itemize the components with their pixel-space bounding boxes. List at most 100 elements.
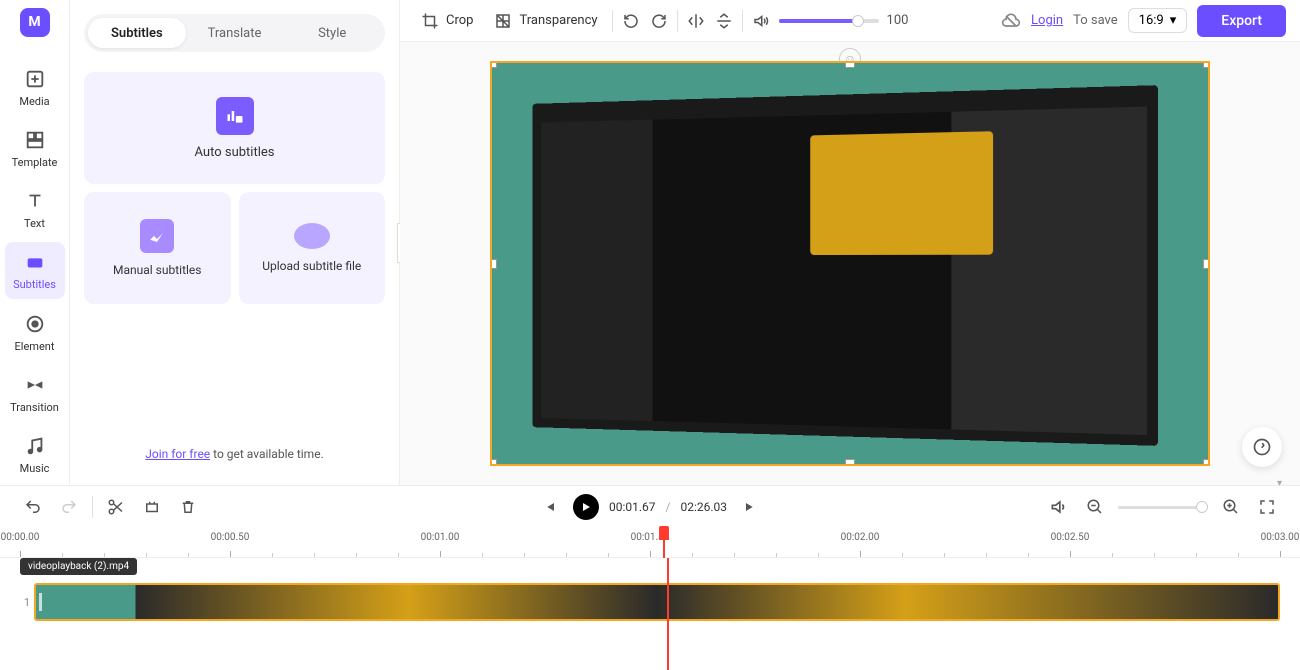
sidebar-label: Transition [10, 401, 59, 414]
tab-subtitles[interactable]: Subtitles [88, 18, 186, 48]
panel-tabs: Subtitles Translate Style [84, 14, 385, 52]
split-button[interactable] [103, 494, 129, 520]
resize-handle[interactable] [1203, 61, 1210, 68]
upload-subtitle-card[interactable]: Upload subtitle file [239, 192, 386, 304]
sidebar-item-transition[interactable]: Transition [5, 365, 65, 422]
card-label: Upload subtitle file [262, 259, 361, 273]
resize-handle[interactable] [1203, 459, 1210, 466]
sidebar-label: Media [19, 95, 49, 108]
prev-frame-button[interactable] [537, 494, 563, 520]
playback-bar: 00:01.67 / 02:26.03 [0, 486, 1300, 528]
zoom-out-button[interactable] [1082, 494, 1108, 520]
ratio-value: 16:9 [1139, 13, 1164, 28]
resize-handle[interactable] [490, 259, 497, 269]
resize-handle[interactable] [490, 459, 497, 466]
video-frame[interactable] [490, 61, 1210, 466]
resize-handle[interactable] [490, 61, 497, 68]
manual-subtitles-card[interactable]: Manual subtitles [84, 192, 231, 304]
help-button[interactable] [1242, 427, 1282, 467]
timeline-ruler[interactable]: 00:00.0000:00.5000:01.0000:01.5000:02.00… [0, 528, 1300, 558]
crop-label: Crop [446, 13, 473, 28]
playhead-ruler[interactable] [663, 528, 665, 558]
canvas-toolbar: Crop Transparency 100 Login To save 16:9… [400, 0, 1300, 42]
crop-button[interactable]: Crop [414, 7, 479, 35]
play-button[interactable] [573, 494, 599, 520]
auto-subtitles-card[interactable]: Auto subtitles [84, 72, 385, 184]
app-logo[interactable]: M [20, 8, 50, 37]
mute-button[interactable] [1046, 494, 1072, 520]
fit-button[interactable] [1254, 494, 1280, 520]
resize-handle[interactable] [845, 61, 855, 68]
tab-translate[interactable]: Translate [186, 18, 284, 48]
rotate-left-button[interactable] [621, 11, 641, 31]
to-save-text: To save [1073, 13, 1118, 28]
chevron-down-icon: ▾ [1170, 13, 1177, 28]
zoom-in-button[interactable] [1218, 494, 1244, 520]
sidebar-label: Template [12, 156, 58, 169]
ruler-label: 00:02.50 [1051, 532, 1090, 543]
sidebar-item-subtitles[interactable]: Subtitles [5, 242, 65, 299]
sidebar-item-music[interactable]: Music [5, 426, 65, 483]
join-free-link[interactable]: Join for free [145, 447, 210, 461]
timeline-tracks: videoplayback (2).mp4 1 [0, 558, 1300, 670]
sidebar-item-element[interactable]: Element [5, 303, 65, 360]
export-button[interactable]: Export [1197, 5, 1286, 37]
resize-handle[interactable] [845, 459, 855, 466]
redo-button[interactable] [56, 494, 82, 520]
undo-button[interactable] [20, 494, 46, 520]
aspect-ratio-select[interactable]: 16:9 ▾ [1128, 8, 1188, 33]
volume-slider[interactable] [779, 19, 879, 23]
video-clip[interactable] [34, 583, 1280, 621]
cloud-sync-icon [1001, 11, 1021, 31]
sidebar-label: Subtitles [13, 278, 56, 291]
transparency-label: Transparency [519, 13, 597, 28]
card-label: Auto subtitles [195, 145, 275, 160]
sidebar-label: Element [15, 340, 55, 353]
zoom-slider[interactable] [1118, 506, 1208, 509]
auto-subtitles-icon [216, 97, 254, 135]
ruler-label: 00:00.50 [211, 532, 250, 543]
sidebar-item-template[interactable]: Template [5, 120, 65, 177]
time-separator: / [666, 500, 671, 514]
delete-button[interactable] [175, 494, 201, 520]
join-rest: to get available time. [210, 447, 324, 461]
transparency-button[interactable]: Transparency [487, 7, 603, 35]
element-icon [23, 312, 47, 336]
ruler-label: 00:00.00 [1, 532, 40, 543]
sidebar-item-media[interactable]: Media [5, 59, 65, 116]
playhead[interactable] [667, 558, 669, 670]
resize-handle[interactable] [1203, 259, 1210, 269]
video-content [533, 85, 1159, 446]
sidebar-label: Text [24, 217, 45, 230]
ruler-label: 00:02.00 [841, 532, 880, 543]
canvas-area: Crop Transparency 100 Login To save 16:9… [400, 0, 1300, 485]
sidebar: M Media Template Text Subtitles Element … [0, 0, 70, 485]
track-number: 1 [20, 596, 34, 609]
volume-value: 100 [887, 13, 909, 28]
music-icon [23, 434, 47, 458]
current-time: 00:01.67 [609, 500, 656, 514]
login-link[interactable]: Login [1031, 13, 1063, 28]
sidebar-label: Music [20, 462, 50, 475]
flip-horizontal-button[interactable] [686, 11, 706, 31]
volume-icon[interactable] [751, 11, 771, 31]
subtitles-icon [23, 250, 47, 274]
flip-vertical-button[interactable] [714, 11, 734, 31]
text-icon [23, 189, 47, 213]
cloud-upload-icon [294, 223, 330, 249]
crop-timeline-button[interactable] [139, 494, 165, 520]
ruler-label: 00:01.00 [421, 532, 460, 543]
total-time: 02:26.03 [680, 500, 727, 514]
preview-canvas[interactable]: ☺ ▾ [400, 42, 1300, 485]
join-free-text: Join for free to get available time. [84, 447, 385, 471]
transparency-icon [493, 11, 513, 31]
template-icon [23, 128, 47, 152]
sidebar-item-text[interactable]: Text [5, 181, 65, 238]
subtitles-panel: Subtitles Translate Style Auto subtitles… [70, 0, 400, 485]
next-frame-button[interactable] [737, 494, 763, 520]
media-icon [23, 67, 47, 91]
crop-icon [420, 11, 440, 31]
rotate-right-button[interactable] [649, 11, 669, 31]
tab-style[interactable]: Style [283, 18, 381, 48]
ruler-label: 00:03.00 [1261, 532, 1300, 543]
